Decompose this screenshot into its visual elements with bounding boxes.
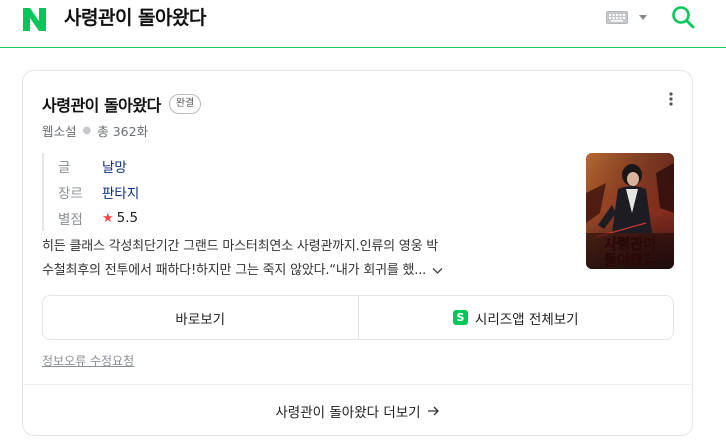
info-key: 글 xyxy=(58,160,71,176)
genre-link[interactable]: 판타지 xyxy=(102,182,139,202)
status-badge: 완결 xyxy=(168,94,202,114)
cover-title-line1: 사령관이 xyxy=(604,236,656,253)
cover-title-line2: 돌아왔다 xyxy=(604,252,656,269)
category-label: 웹소설 xyxy=(42,124,77,139)
search-query-text[interactable]: 사령관이 돌아왔다 xyxy=(64,4,206,32)
synopsis-line-2: 수철최후의 전투에서 패하다!하지만 그는 죽지 않았다.“내가 회귀를 했..… xyxy=(42,263,427,278)
info-row-genre: 장르 판타지 xyxy=(58,179,139,205)
read-now-label: 바로보기 xyxy=(175,311,226,328)
caret-down-icon[interactable] xyxy=(637,12,649,22)
meta-separator: ● xyxy=(82,125,92,136)
star-icon: ★ xyxy=(102,210,114,226)
synopsis-line-1: 히든 클래스 각성최단기간 그랜드 마스터최연소 사령관까지.인류의 영웅 박 xyxy=(42,239,439,254)
naver-logo-icon[interactable] xyxy=(21,6,48,33)
info-row-rating: 별점 ★ 5.5 xyxy=(58,205,139,231)
more-results-label: 사령관이 돌아왔다 더보기 xyxy=(275,404,421,421)
more-results-link[interactable]: 사령관이 돌아왔다 더보기 xyxy=(23,384,692,436)
search-header: 사령관이 돌아왔다 xyxy=(0,0,726,48)
info-key: 장르 xyxy=(58,186,83,202)
arrow-right-icon xyxy=(427,406,439,415)
report-error-link[interactable]: 정보오류 수정요청 xyxy=(42,352,134,369)
title-row: 사령관이 돌아왔다 완결 xyxy=(42,92,202,116)
author-link[interactable]: 날망 xyxy=(102,156,127,176)
chevron-down-icon[interactable] xyxy=(432,267,443,275)
cover-thumbnail[interactable]: 사령관이 돌아왔다 xyxy=(586,153,674,269)
rating-value: 5.5 xyxy=(116,210,139,226)
search-icon[interactable] xyxy=(671,5,695,29)
synopsis[interactable]: 히든 클래스 각성최단기간 그랜드 마스터최연소 사령관까지.인류의 영웅 박 … xyxy=(42,235,570,283)
series-app-icon: S xyxy=(452,310,468,325)
action-button-group: 바로보기 S 시리즈앱 전체보기 xyxy=(42,295,674,340)
more-vertical-icon[interactable] xyxy=(668,91,674,107)
info-row-author: 글 날망 xyxy=(58,153,139,179)
synopsis-line-2-wrap: 수철최후의 전투에서 패하다!하지만 그는 죽지 않았다.“내가 회귀를 했..… xyxy=(42,259,570,283)
info-list: 글 날망 장르 판타지 별점 ★ 5.5 xyxy=(42,153,139,231)
episode-count: 총 362화 xyxy=(97,124,149,139)
series-app-label: 시리즈앱 전체보기 xyxy=(474,311,579,328)
read-now-button[interactable]: 바로보기 xyxy=(43,296,358,339)
meta-line: 웹소설 ● 총 362화 xyxy=(42,121,148,140)
work-title[interactable]: 사령관이 돌아왔다 xyxy=(42,92,161,116)
webnovel-info-card: 사령관이 돌아왔다 완결 웹소설 ● 총 362화 글 날망 장르 판타지 별점… xyxy=(22,70,693,436)
series-app-button[interactable]: S 시리즈앱 전체보기 xyxy=(357,296,674,339)
keyboard-icon[interactable] xyxy=(606,11,628,24)
info-key: 별점 xyxy=(58,212,83,228)
